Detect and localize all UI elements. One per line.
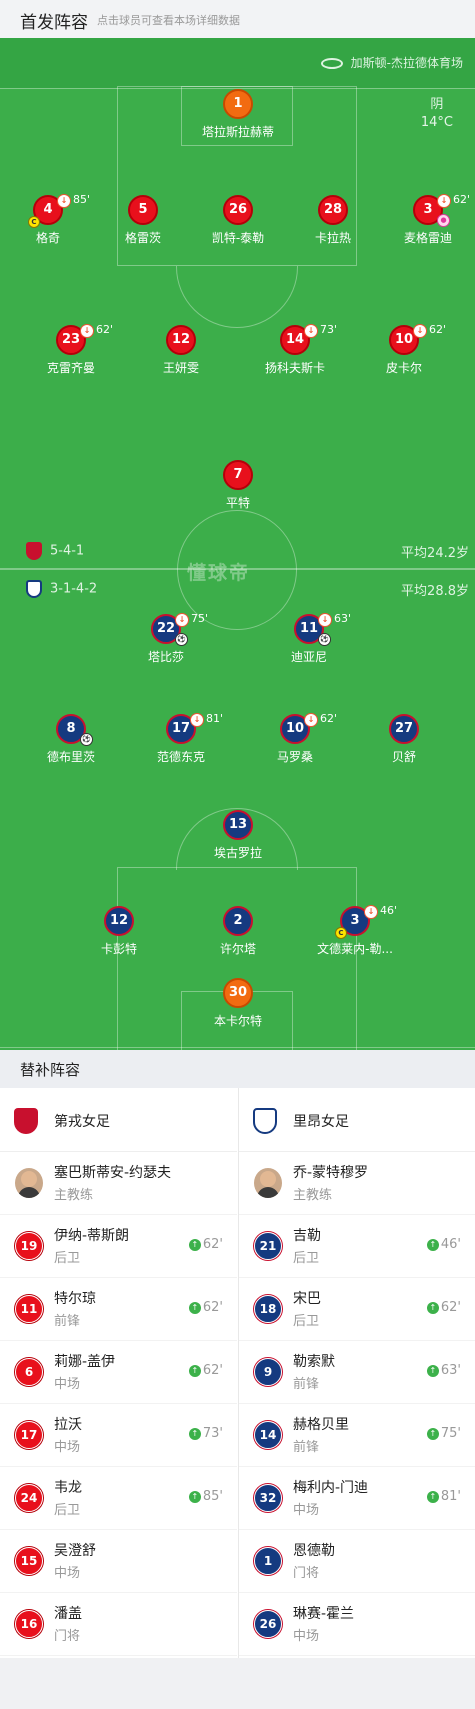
away-player-11[interactable]: 11 ↓ 63' ⚽ 迪亚尼 xyxy=(259,612,359,665)
away-avg-age: 平均28.8岁 xyxy=(401,584,469,599)
sub-in-icon: ↑ xyxy=(188,1302,201,1314)
sub-out-icon: ↓ xyxy=(364,905,378,919)
sub-in-icon: ↑ xyxy=(426,1428,439,1440)
home-player-23[interactable]: 23 ↓ 62' 克雷齐曼 xyxy=(21,323,121,376)
list-item[interactable]: 11 特尔琼 前锋 ↑ 62' xyxy=(0,1278,237,1341)
list-item[interactable]: 16 潘盖 门将 xyxy=(0,1593,237,1656)
away-player-8[interactable]: 8 ⚽ 德布里茨 xyxy=(21,714,121,765)
away-formation: 3-1-4-2 xyxy=(26,580,97,598)
pitch-topbar: 加斯顿-杰拉德体育场 xyxy=(0,38,475,88)
list-item[interactable]: 32 梅利内-门迪 中场 ↑ 81' xyxy=(239,1467,475,1530)
list-item[interactable]: 18 宋巴 后卫 ↑ 62' xyxy=(239,1278,475,1341)
captain-badge: C xyxy=(28,216,40,228)
assist-icon: ⚽ xyxy=(175,633,188,646)
away-subs-column: 里昂女足 乔-蒙特穆罗 主教练 21 吉勒 后卫 ↑ 46' 18 宋巴 后卫 ↑ 62' 9 勒索… xyxy=(238,1088,475,1658)
sub-in-icon: ↑ xyxy=(188,1365,201,1377)
list-item[interactable]: 24 韦龙 后卫 ↑ 85' xyxy=(0,1467,237,1530)
list-item[interactable]: 17 拉沃 中场 ↑ 73' xyxy=(0,1404,237,1467)
list-item[interactable]: 21 吉勒 后卫 ↑ 46' xyxy=(239,1215,475,1278)
away-team-header[interactable]: 里昂女足 xyxy=(239,1088,475,1152)
sub-out-icon: ↓ xyxy=(318,613,332,627)
home-player-5[interactable]: 5 格雷茨 xyxy=(93,195,193,246)
sub-in-icon: ↑ xyxy=(426,1239,439,1251)
sub-out-icon: ↓ xyxy=(190,713,204,727)
home-player-12[interactable]: 12 王妍雯 xyxy=(131,325,231,376)
list-item[interactable]: 9 勒索默 前锋 ↑ 63' xyxy=(239,1341,475,1404)
sub-in-icon: ↑ xyxy=(188,1239,201,1251)
sub-out-icon: ↓ xyxy=(304,713,318,727)
sub-in-icon: ↑ xyxy=(188,1428,201,1440)
sub-in-icon: ↑ xyxy=(426,1302,439,1314)
list-item[interactable]: 26 琳赛-霍兰 中场 xyxy=(239,1593,475,1656)
stadium-icon xyxy=(320,58,343,69)
home-coach[interactable]: 塞巴斯蒂安-约瑟夫 主教练 xyxy=(0,1152,237,1215)
watermark: 懂球帝 xyxy=(187,562,251,584)
home-player-26[interactable]: 26 凯特-泰勒 xyxy=(188,195,288,246)
home-crest-icon xyxy=(26,542,42,560)
home-player-1[interactable]: 1 塔拉斯拉赫蒂 xyxy=(188,89,288,140)
sub-in-icon: ↑ xyxy=(188,1491,201,1503)
sub-out-icon: ↓ xyxy=(413,324,427,338)
avatar xyxy=(254,1168,282,1198)
away-player-17[interactable]: 17 ↓ 81' 范德东克 xyxy=(131,712,231,765)
goal-icon: ⚽ xyxy=(80,733,93,746)
stadium-info: 加斯顿-杰拉德体育场 xyxy=(320,54,463,71)
stadium-name: 加斯顿-杰拉德体育场 xyxy=(350,56,463,70)
goal-icon: ⚽ xyxy=(318,633,331,646)
away-player-3[interactable]: 3 ↓ 46' C 文德莱内-勒... xyxy=(305,904,405,957)
subs-list: 第戎女足 塞巴斯蒂安-约瑟夫 主教练 19 伊纳-蒂斯朗 后卫 ↑ 62' 11 特尔琼 前锋… xyxy=(0,1088,475,1658)
lineup-header: 首发阵容 点击球员可查看本场详细数据 xyxy=(0,0,475,38)
sub-out-icon: ↓ xyxy=(80,324,94,338)
subs-header: 替补阵容 xyxy=(0,1050,475,1088)
page-subtitle: 点击球员可查看本场详细数据 xyxy=(97,14,240,27)
home-player-4[interactable]: 4 ↓ 85' C 格奇 xyxy=(0,193,98,246)
away-player-22[interactable]: 22 ↓ 75' ⚽ 塔比莎 xyxy=(116,612,216,665)
away-player-27[interactable]: 27 贝舒 xyxy=(354,714,454,765)
home-formation: 5-4-1 xyxy=(26,542,84,560)
away-player-30[interactable]: 30 本卡尔特 xyxy=(188,978,288,1029)
home-player-14[interactable]: 14 ↓ 73' 扬科夫斯卡 xyxy=(245,323,345,376)
list-item[interactable]: 1 恩德勒 门将 xyxy=(239,1530,475,1593)
avatar xyxy=(15,1168,43,1198)
page-title: 首发阵容 xyxy=(20,13,88,33)
away-player-10[interactable]: 10 ↓ 62' 马罗桑 xyxy=(245,712,345,765)
sub-out-icon: ↓ xyxy=(175,613,189,627)
home-player-10[interactable]: 10 ↓ 62' 皮卡尔 xyxy=(354,323,454,376)
sub-in-icon: ↑ xyxy=(426,1491,439,1503)
list-item[interactable]: 15 吴澄舒 中场 xyxy=(0,1530,237,1593)
sub-out-icon: ↓ xyxy=(57,194,71,208)
sub-in-icon: ↑ xyxy=(426,1365,439,1377)
home-subs-column: 第戎女足 塞巴斯蒂安-约瑟夫 主教练 19 伊纳-蒂斯朗 后卫 ↑ 62' 11 特尔琼 前锋… xyxy=(0,1088,237,1658)
away-team-crest-icon xyxy=(253,1108,277,1134)
list-item[interactable]: 14 赫格贝里 前锋 ↑ 75' xyxy=(239,1404,475,1467)
home-player-3[interactable]: 3 ↓ 62' ● 麦格雷迪 xyxy=(378,193,475,246)
subs-title: 替补阵容 xyxy=(20,1061,81,1079)
home-player-7[interactable]: 7 平特 xyxy=(188,460,288,511)
home-player-28[interactable]: 28 卡拉热 xyxy=(283,195,383,246)
away-player-12[interactable]: 12 卡彭特 xyxy=(69,906,169,957)
list-item[interactable]: 6 莉娜-盖伊 中场 ↑ 62' xyxy=(0,1341,237,1404)
away-player-13[interactable]: 13 埃古罗拉 xyxy=(188,810,288,861)
away-crest-icon xyxy=(26,580,42,598)
sub-out-icon: ↓ xyxy=(437,194,451,208)
home-team-header[interactable]: 第戎女足 xyxy=(0,1088,237,1152)
captain-badge: C xyxy=(335,927,347,939)
away-player-2[interactable]: 2 许尔塔 xyxy=(188,906,288,957)
own-goal-icon: ● xyxy=(437,214,450,227)
sub-out-icon: ↓ xyxy=(304,324,318,338)
pitch: 加斯顿-杰拉德体育场 阴 14°C 懂球帝 5-4-1 平均24.2岁 3-1-… xyxy=(0,38,475,1050)
home-avg-age: 平均24.2岁 xyxy=(401,546,469,561)
home-team-crest-icon xyxy=(14,1108,38,1134)
list-item[interactable]: 19 伊纳-蒂斯朗 后卫 ↑ 62' xyxy=(0,1215,237,1278)
away-coach[interactable]: 乔-蒙特穆罗 主教练 xyxy=(239,1152,475,1215)
